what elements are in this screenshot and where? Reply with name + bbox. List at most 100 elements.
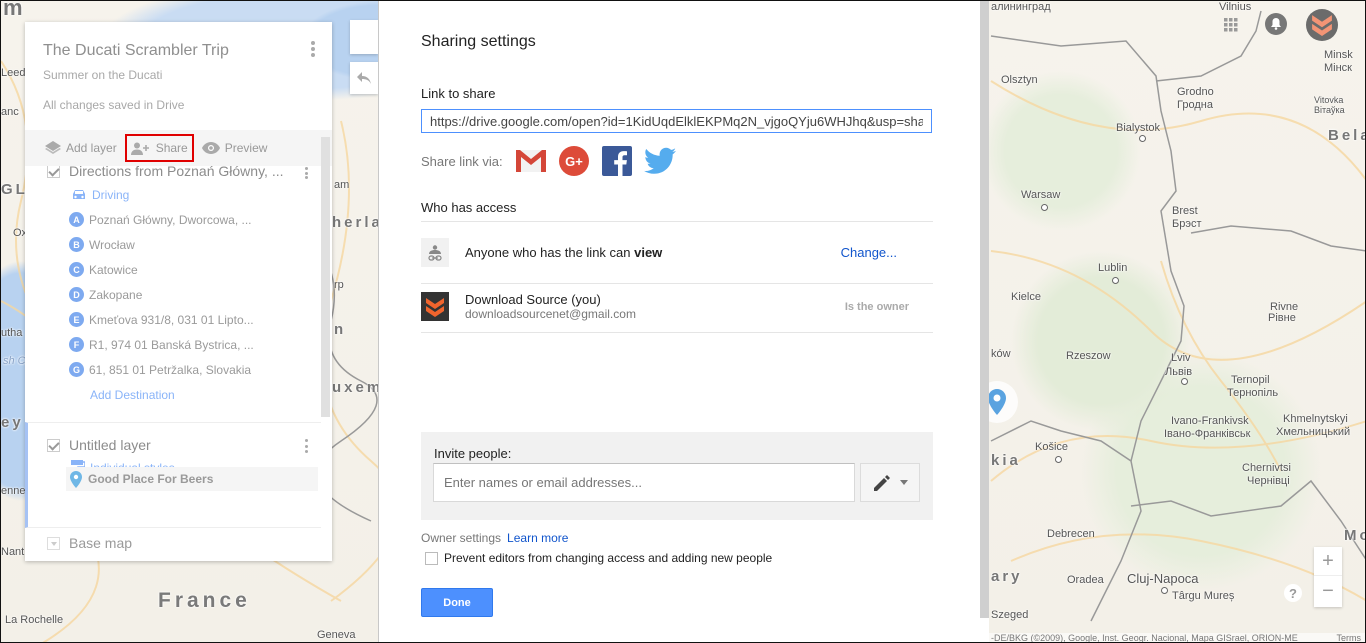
map-search-box[interactable] [350, 20, 378, 54]
panel-scrollbar[interactable] [321, 137, 330, 417]
map-label: rp [334, 279, 344, 291]
map-label: алининград [991, 1, 1051, 13]
travel-mode-label: Driving [92, 188, 130, 202]
destination-item[interactable]: C Katowice [69, 262, 138, 277]
map-label: herla [332, 214, 383, 231]
destination-label: Wrocław [89, 237, 135, 252]
layer-options-menu-icon[interactable] [305, 167, 309, 179]
gmail-icon [515, 150, 546, 172]
zoom-in-button[interactable]: + [1314, 547, 1342, 576]
layer-visibility-checkbox[interactable] [47, 438, 60, 452]
share-via-row: Share link via: G+ [421, 145, 687, 177]
map-label: Чернівці [1247, 475, 1290, 487]
gmail-share-button[interactable] [515, 145, 547, 177]
destination-item[interactable]: A Poznań Główny, Dworcowa, ... [69, 212, 252, 227]
change-access-link[interactable]: Change... [841, 245, 897, 260]
city-marker [1041, 204, 1048, 211]
map-label: Chernivtsi [1242, 462, 1291, 474]
map-label: Cluj-Napoca [1127, 571, 1199, 586]
map-label: Гродна [1177, 99, 1213, 111]
map-label: Vilnius [1219, 1, 1252, 13]
destination-label: R1, 974 01 Banská Bystrica, ... [89, 337, 254, 352]
map-description[interactable]: Summer on the Ducati [43, 68, 162, 82]
map-label: ey [1, 414, 24, 431]
add-layer-label: Add layer [66, 141, 117, 155]
destination-letter-badge: D [69, 287, 84, 302]
map-attribution: -DE/BKG (©2009), Google, Inst. Geogr. Na… [989, 633, 1365, 642]
pencil-icon [874, 474, 890, 491]
map-options-menu-icon[interactable] [311, 41, 315, 57]
add-destination-link[interactable]: Add Destination [90, 388, 175, 402]
share-button[interactable]: Share [124, 134, 194, 162]
destination-item[interactable]: E Kmeťova 931/8, 031 01 Lipto... [69, 312, 254, 327]
add-person-icon [130, 142, 149, 155]
invite-people-input[interactable] [433, 463, 855, 502]
twitter-share-button[interactable] [643, 145, 676, 177]
help-button[interactable]: ? [1284, 584, 1302, 602]
map-label: Ternopil [1231, 374, 1270, 386]
google-plus-icon: G+ [558, 146, 589, 176]
map-label: Olsztyn [1001, 74, 1038, 86]
add-layer-button[interactable]: Add layer [43, 136, 119, 160]
map-label: Mo [1344, 527, 1365, 544]
destination-item[interactable]: D Zakopane [69, 287, 142, 302]
map-label: La Rochelle [5, 614, 64, 626]
map-label: Warsaw [1021, 189, 1061, 201]
done-button[interactable]: Done [421, 588, 493, 617]
untitled-layer-header[interactable]: Untitled layer [47, 437, 151, 453]
share-link-field[interactable] [421, 109, 932, 133]
preview-button[interactable]: Preview [200, 136, 270, 160]
who-has-access-heading: Who has access [421, 200, 517, 215]
google-plus-share-button[interactable]: G+ [558, 145, 590, 177]
account-avatar[interactable] [1306, 9, 1338, 41]
map-label: Târgu Mureș [1172, 590, 1235, 602]
map-label: Івано-Франківськ [1164, 428, 1251, 440]
apps-grid-icon[interactable] [1224, 18, 1238, 32]
share-label: Share [155, 141, 188, 155]
map-title[interactable]: The Ducati Scrambler Trip [43, 42, 229, 60]
invite-people-label: Invite people: [434, 446, 512, 461]
layer-options-menu-icon[interactable] [305, 439, 309, 453]
zoom-controls: + − [1314, 547, 1342, 607]
map-label: Debrecen [1047, 528, 1095, 540]
map-details-panel: The Ducati Scrambler Trip Summer on the … [25, 22, 332, 561]
terms-link[interactable]: Terms [1337, 633, 1362, 642]
undo-button[interactable] [350, 62, 378, 94]
base-map-toggle[interactable]: Base map [47, 535, 132, 551]
zoom-out-button[interactable]: − [1314, 577, 1342, 606]
dialog-scrollbar[interactable] [980, 1, 989, 618]
destination-item[interactable]: B Wrocław [69, 237, 135, 252]
map-label: Nant [1, 546, 25, 558]
travel-mode[interactable]: Driving [71, 188, 129, 202]
destination-item[interactable]: G 61, 851 01 Petržalka, Slovakia [69, 362, 251, 377]
learn-more-link[interactable]: Learn more [507, 531, 568, 545]
map-label: Львів [1165, 366, 1193, 378]
directions-layer-header[interactable]: Directions from Poznań Główny, ... [47, 166, 283, 179]
layer-visibility-checkbox[interactable] [47, 166, 60, 178]
sharing-settings-dialog: Sharing settings Link to share Share lin… [378, 1, 989, 642]
map-label: Lviv [1171, 352, 1191, 364]
map-label: Szeged [991, 609, 1029, 621]
feature-item[interactable]: Good Place For Beers [66, 467, 318, 491]
prevent-editors-option[interactable]: Prevent editors from changing access and… [425, 551, 772, 565]
map-label: Рівне [1268, 312, 1296, 324]
destination-label: Poznań Główny, Dworcowa, ... [89, 212, 252, 227]
map-label: utha [1, 327, 23, 339]
map-label: anc [1, 106, 19, 118]
layer-title: Directions from Poznań Główny, ... [69, 166, 284, 179]
map-label: Хмельницький [1276, 426, 1351, 438]
link-access-icon [421, 238, 449, 267]
owner-row: Download Source (you) downloadsourcenet@… [421, 292, 933, 321]
destination-item[interactable]: F R1, 974 01 Banská Bystrica, ... [69, 337, 254, 352]
facebook-icon [601, 146, 632, 176]
permission-dropdown-button[interactable] [860, 463, 920, 502]
prevent-editors-checkbox[interactable] [425, 551, 438, 565]
app-window: m Leed anc GLA Ox utha sh Ch ey enne Nan… [0, 0, 1366, 643]
destination-label: Katowice [89, 262, 138, 277]
facebook-share-button[interactable] [601, 145, 633, 177]
map-label: am [334, 179, 350, 191]
notifications-button[interactable] [1265, 13, 1287, 35]
destination-letter-badge: C [69, 262, 84, 277]
undo-icon [357, 72, 371, 84]
untitled-layer: Untitled layer Individual styles Good P [25, 422, 321, 528]
